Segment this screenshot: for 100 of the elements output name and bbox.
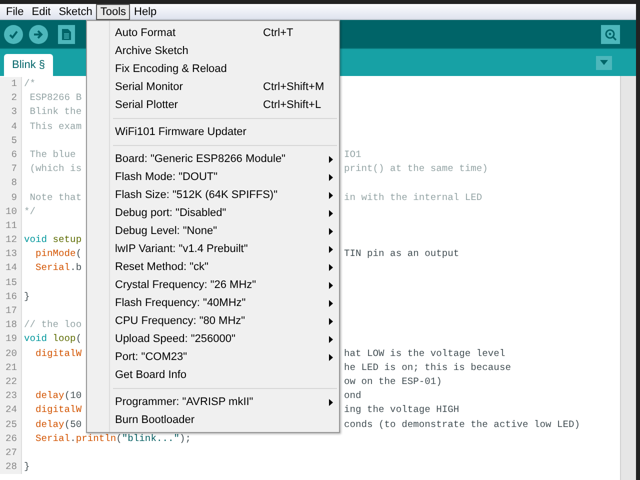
submenu-arrow-icon xyxy=(329,336,333,342)
line-number: 14 xyxy=(0,261,22,276)
submenu-arrow-icon xyxy=(329,156,333,162)
code-text: IO1 xyxy=(344,148,362,162)
code-text: delay(10 xyxy=(34,390,82,402)
line-number: 9 xyxy=(0,190,22,205)
menu-title[interactable]: Tools xyxy=(96,4,130,20)
submenu-arrow-icon xyxy=(329,192,333,198)
submenu-arrow-icon xyxy=(329,318,333,324)
arrow-icon xyxy=(33,28,44,40)
menu-item[interactable]: Crystal Frequency: "26 MHz" xyxy=(89,276,337,294)
line-number: 23 xyxy=(0,389,22,404)
code-text: // the loo xyxy=(24,319,82,330)
line-number: 13 xyxy=(0,247,22,262)
menu-item[interactable]: Programmer: "AVRISP mkII" xyxy=(89,393,337,411)
menu-item[interactable]: Reset Method: "ck" xyxy=(89,258,337,276)
menu-item[interactable]: Flash Mode: "DOUT" xyxy=(89,168,337,186)
menu-item[interactable]: Upload Speed: "256000" xyxy=(89,330,337,348)
upload-button[interactable] xyxy=(29,24,48,44)
line-number: 18 xyxy=(0,318,22,332)
menu-item[interactable]: Serial Monitor Ctrl+Shift+M xyxy=(89,78,337,96)
code-text: The blue xyxy=(28,148,77,160)
line-number: 5 xyxy=(0,134,22,148)
line-number: 12 xyxy=(0,233,22,248)
code-text: (which is xyxy=(28,163,82,174)
line-number: 2 xyxy=(0,91,22,106)
line-number: 27 xyxy=(0,446,22,460)
submenu-arrow-icon xyxy=(329,282,333,288)
line-number: 28 xyxy=(0,460,22,474)
tab-menu-button[interactable] xyxy=(596,56,612,70)
menu-item[interactable]: Fix Encoding & Reload xyxy=(89,60,337,78)
code-text: ESP8266 B xyxy=(28,92,82,104)
submenu-arrow-icon xyxy=(329,210,333,216)
code-text: digitalW xyxy=(34,404,82,416)
menu-item[interactable]: Flash Size: "512K (64K SPIFFS)" xyxy=(89,186,337,204)
menu-title[interactable]: Edit xyxy=(28,4,55,20)
code-text: Blink the xyxy=(28,106,82,118)
code-text: pinMode( xyxy=(34,248,82,260)
menu-item[interactable]: Flash Frequency: "40MHz" xyxy=(89,294,337,312)
code-text: void loop( xyxy=(24,333,82,344)
menu-item[interactable]: Port: "COM23" xyxy=(89,348,337,366)
menu-item[interactable]: lwIP Variant: "v1.4 Prebuilt" xyxy=(89,240,337,258)
submenu-arrow-icon xyxy=(329,264,333,270)
document-icon xyxy=(62,28,71,40)
menu-item[interactable]: Debug port: "Disabled" xyxy=(89,204,337,222)
line-number: 20 xyxy=(0,346,22,361)
line-number: 25 xyxy=(0,418,22,432)
file-tab[interactable]: Blink § xyxy=(4,54,54,76)
verify-button[interactable] xyxy=(4,24,23,44)
scrollbar[interactable] xyxy=(620,76,636,480)
menu-title[interactable]: File xyxy=(2,4,28,20)
submenu-arrow-icon xyxy=(329,246,333,252)
line-number: 16 xyxy=(0,290,22,304)
code-text: } xyxy=(24,461,30,472)
code-text: in with the internal LED xyxy=(344,190,482,204)
line-number: 6 xyxy=(0,148,22,162)
menu-title[interactable]: Sketch xyxy=(54,4,96,20)
line-number: 26 xyxy=(0,432,22,446)
submenu-arrow-icon xyxy=(329,228,333,234)
new-file-button[interactable] xyxy=(58,24,75,44)
menu-item[interactable]: Get Board Info xyxy=(89,366,337,384)
line-number: 10 xyxy=(0,204,22,219)
code-text: */ xyxy=(24,206,36,217)
line-number: 22 xyxy=(0,374,22,390)
line-number: 8 xyxy=(0,176,22,190)
code-text: void setup xyxy=(24,234,82,246)
line-number: 4 xyxy=(0,120,22,134)
line-number: 3 xyxy=(0,105,22,120)
code-text: ond xyxy=(344,389,362,404)
menu-item[interactable]: WiFi101 Firmware Updater xyxy=(89,123,337,141)
menu-item[interactable]: Serial Plotter Ctrl+Shift+L xyxy=(89,96,337,114)
line-number: 19 xyxy=(0,332,22,347)
code-text: delay(50 xyxy=(34,418,82,430)
menu-item[interactable]: Archive Sketch xyxy=(89,42,337,60)
menu-item[interactable]: Debug Level: "None" xyxy=(89,222,337,240)
line-number: 11 xyxy=(0,218,22,234)
code-text: digitalW xyxy=(34,348,82,359)
submenu-arrow-icon xyxy=(329,398,333,406)
code-text: print() at the same time) xyxy=(344,162,488,176)
line-number: 17 xyxy=(0,304,22,318)
line-number: 24 xyxy=(0,403,22,418)
serial-monitor-button[interactable] xyxy=(601,24,620,44)
submenu-arrow-icon xyxy=(329,174,333,180)
line-number: 7 xyxy=(0,162,22,176)
code-text: ow on the ESP-01) xyxy=(344,374,442,389)
checkmark-icon xyxy=(8,28,19,40)
menu-item[interactable]: Burn Bootloader xyxy=(89,411,337,429)
code-text: } xyxy=(24,290,30,302)
menu-title[interactable]: Help xyxy=(130,4,161,20)
code-text: /* xyxy=(24,78,36,89)
code-text: This exam xyxy=(28,120,82,132)
code-text: hat LOW is the voltage level xyxy=(344,346,506,361)
code-text: ing the voltage HIGH xyxy=(344,403,460,418)
code-text: Note that xyxy=(28,192,82,202)
menu-item[interactable]: Board: "Generic ESP8266 Module" xyxy=(89,150,337,168)
menu-item[interactable]: CPU Frequency: "80 MHz" xyxy=(89,312,337,330)
code-text: conds (to demonstrate the active low LED) xyxy=(344,418,580,432)
line-number: 1 xyxy=(0,77,22,92)
caret-icon xyxy=(600,60,608,65)
code-text: Serial.b xyxy=(34,262,82,274)
